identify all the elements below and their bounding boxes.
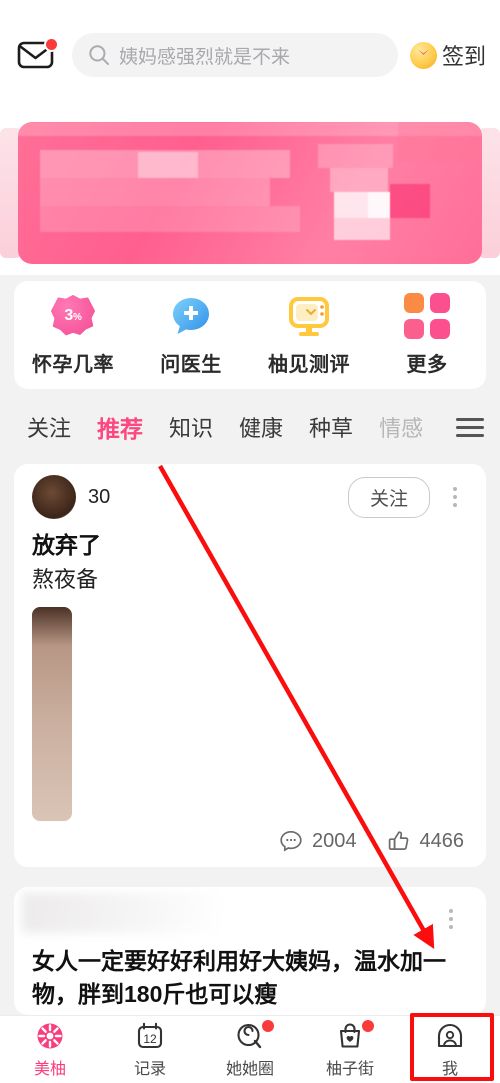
nav-label: 记录 xyxy=(133,1060,166,1078)
nav-label: 她她圈 xyxy=(225,1060,274,1078)
post-image[interactable] xyxy=(32,606,72,821)
hamburger-icon[interactable] xyxy=(456,417,486,437)
mail-badge-dot xyxy=(44,37,59,52)
coin-icon xyxy=(409,41,437,69)
comment-stat[interactable]: 2004 xyxy=(279,829,357,853)
search-icon xyxy=(89,45,109,65)
tab-emotion[interactable]: 情感 xyxy=(366,411,436,443)
quick-action-ask-doctor[interactable]: 问医生 xyxy=(132,293,250,377)
app-root: 姨妈感强烈就是不来 签到 3% 怀孕几率 问医生 柚见测评 更多 关注 推荐 知… xyxy=(0,0,500,1083)
nav-label: 柚子街 xyxy=(325,1060,374,1078)
quick-action-label: 更多 xyxy=(406,354,448,376)
feed-tabs: 关注 推荐 知识 健康 种草 情感 xyxy=(0,400,500,454)
quick-action-pregnancy-rate[interactable]: 3% 怀孕几率 xyxy=(14,293,132,377)
avatar[interactable] xyxy=(32,475,76,519)
tab-knowledge[interactable]: 知识 xyxy=(156,411,226,443)
feed-post-card[interactable]: 30 关注 放弃了 熬夜备 2004 4466 xyxy=(14,464,486,867)
banner-zone xyxy=(0,110,500,275)
shopping-bag-icon xyxy=(335,1019,374,1051)
search-input[interactable]: 姨妈感强烈就是不来 xyxy=(72,33,398,77)
search-query-text: 姨妈感强烈就是不来 xyxy=(119,46,291,68)
calendar-12-icon: 12 xyxy=(135,1021,165,1051)
feed-post-card[interactable]: 女人一定要好好利用好大姨妈，温水加一 物，胖到180斤也可以瘦 xyxy=(14,887,486,1015)
post-username: 30 xyxy=(88,485,111,508)
like-stat[interactable]: 4466 xyxy=(387,829,465,853)
post-title-line1: 女人一定要好好利用好大姨妈，温水加一 xyxy=(32,948,446,974)
quick-action-label: 柚见测评 xyxy=(268,354,350,376)
tv-review-icon xyxy=(285,293,333,339)
flower-percent-icon: 3% xyxy=(49,293,97,339)
follow-button[interactable]: 关注 xyxy=(347,476,430,518)
mail-button[interactable] xyxy=(14,35,60,75)
post-subtitle: 熬夜备 xyxy=(32,567,99,593)
post-title: 放弃了 xyxy=(32,532,101,558)
post-title: 女人一定要好好利用好大姨妈，温水加一 物，胖到180斤也可以瘦 xyxy=(14,945,486,1010)
quick-action-review[interactable]: 柚见测评 xyxy=(250,293,368,377)
nav-item-record[interactable]: 12 记录 xyxy=(100,1021,200,1079)
signin-label: 签到 xyxy=(441,44,486,69)
circle-community-icon xyxy=(235,1019,274,1051)
post-stats: 2004 4466 xyxy=(279,829,464,853)
pregnancy-rate-unit: % xyxy=(73,312,82,323)
tab-recommendation-grass[interactable]: 种草 xyxy=(296,411,366,443)
annotation-highlight-box xyxy=(410,1013,494,1081)
grid-more-icon xyxy=(403,293,451,339)
promo-banner[interactable] xyxy=(18,122,482,264)
pomelo-icon xyxy=(35,1021,65,1051)
post-header xyxy=(14,887,486,945)
thumbs-up-icon xyxy=(388,831,408,850)
post-title-line2: 物，胖到180斤也可以瘦 xyxy=(32,980,278,1007)
comment-icon xyxy=(280,830,302,852)
comment-count: 2004 xyxy=(312,829,357,852)
post-author-blurred xyxy=(22,893,222,933)
more-vertical-icon[interactable] xyxy=(438,909,464,929)
banner-image xyxy=(18,122,482,264)
quick-actions-panel: 3% 怀孕几率 问医生 柚见测评 更多 xyxy=(14,281,486,389)
tab-health[interactable]: 健康 xyxy=(226,411,296,443)
nav-item-store[interactable]: 柚子街 xyxy=(300,1019,400,1079)
pregnancy-rate-value: 3 xyxy=(64,307,73,324)
post-header: 30 关注 xyxy=(14,464,486,530)
quick-action-more[interactable]: 更多 xyxy=(368,293,486,377)
top-bar: 姨妈感强烈就是不来 签到 xyxy=(0,0,500,110)
nav-item-community[interactable]: 她她圈 xyxy=(200,1019,300,1079)
tab-recommend[interactable]: 推荐 xyxy=(84,410,156,444)
quick-action-label: 怀孕几率 xyxy=(32,354,114,376)
more-vertical-icon[interactable] xyxy=(442,487,468,507)
svg-text:12: 12 xyxy=(143,1032,157,1046)
quick-action-label: 问医生 xyxy=(160,354,222,376)
like-count: 4466 xyxy=(419,829,465,852)
nav-label: 美柚 xyxy=(33,1060,66,1078)
doctor-chat-icon xyxy=(167,293,215,339)
nav-badge-dot xyxy=(262,1019,274,1032)
tab-follow[interactable]: 关注 xyxy=(14,411,84,443)
signin-button[interactable]: 签到 xyxy=(409,39,486,71)
nav-item-meiyou[interactable]: 美柚 xyxy=(0,1021,100,1079)
nav-badge-dot xyxy=(362,1019,374,1032)
